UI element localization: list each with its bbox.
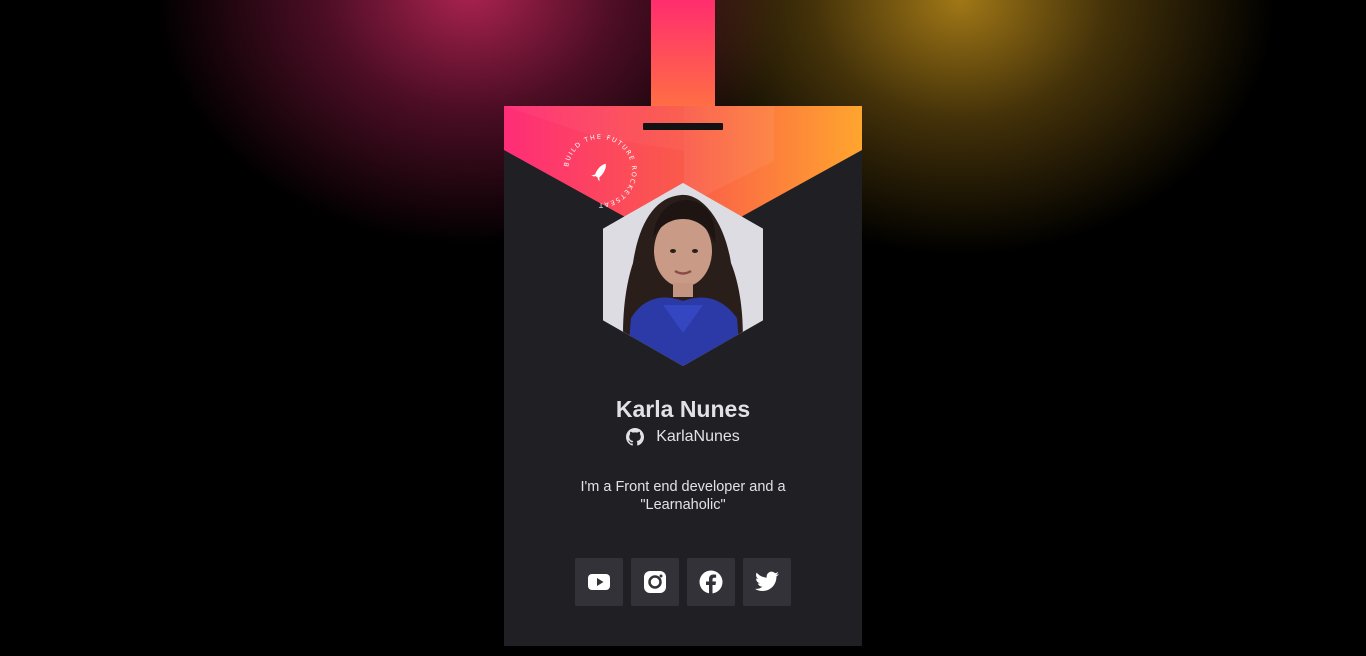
github-username: KarlaNunes — [656, 428, 740, 445]
github-link[interactable]: KarlaNunes — [504, 428, 862, 446]
youtube-icon — [588, 574, 610, 590]
twitter-button[interactable] — [743, 558, 791, 606]
rocket-icon — [591, 163, 606, 182]
profile-name: Karla Nunes — [615, 396, 751, 422]
facebook-icon — [699, 570, 723, 594]
rocketseat-seal: BUILD THE FUTURE ROCKETSEAT — [559, 130, 641, 212]
instagram-icon — [644, 571, 666, 593]
github-icon — [626, 428, 645, 446]
profile-badge: BUILD THE FUTURE ROCKETSEAT Karla Nunes — [504, 106, 862, 646]
social-links — [575, 558, 791, 606]
profile-bio: I'm a Front end developer and a "Learnah… — [580, 479, 786, 513]
badge-clip-slot — [643, 123, 723, 130]
youtube-button[interactable] — [575, 558, 623, 606]
facebook-button[interactable] — [687, 558, 735, 606]
instagram-button[interactable] — [631, 558, 679, 606]
twitter-icon — [755, 571, 779, 591]
